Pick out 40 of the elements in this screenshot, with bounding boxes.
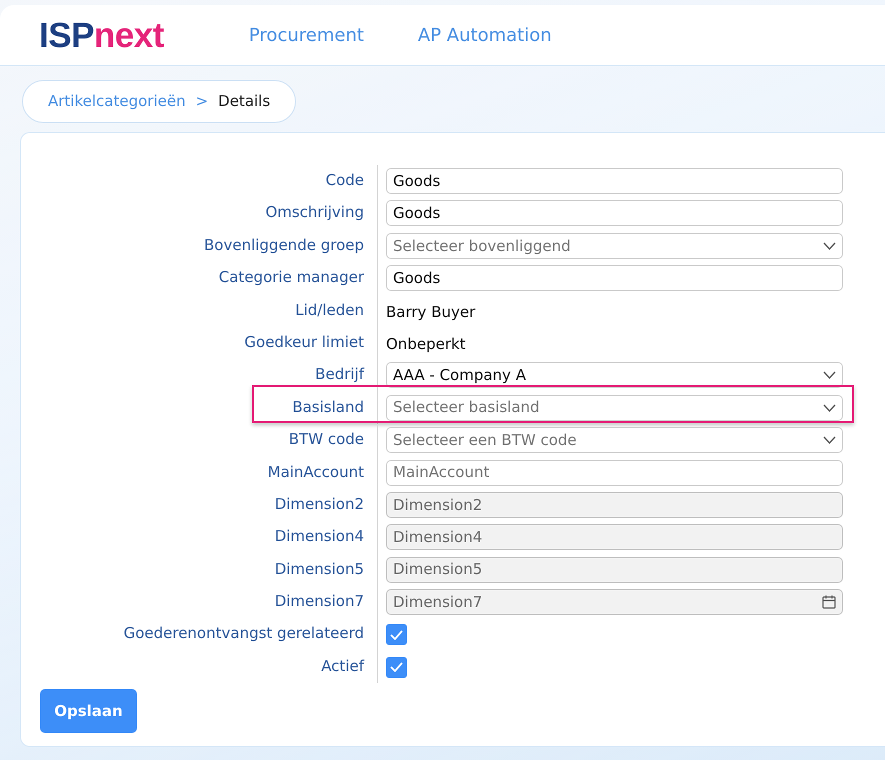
input-field[interactable]: Goods [386,265,843,292]
nav-link[interactable]: AP Automation [418,22,552,48]
chevron-down-icon [823,371,836,380]
field-label: MainAccount [266,462,365,483]
breadcrumb-separator: > [196,91,208,112]
field-label: Categorie manager [218,267,365,288]
chevron-down-icon [823,242,836,250]
checkbox[interactable] [386,656,407,678]
field-label: BTW code [288,429,365,450]
check-icon [390,662,403,672]
field-label: Basisland [291,396,365,418]
breadcrumb-link[interactable]: Artikelcategorieën [48,90,186,113]
select-field[interactable]: Selecteer basisland [386,394,843,421]
field-label: Bovenliggende groep [203,234,365,256]
input-field[interactable]: MainAccount [386,460,843,486]
checkbox[interactable] [386,624,407,646]
chevron-down-icon [823,436,836,444]
chevron-down-icon [823,404,836,412]
field-label: Dimension2 [274,494,365,515]
field-label: Bedrijf [314,364,366,386]
field-label: Goederenontvangst gerelateerd [122,623,365,644]
field-label: Dimension4 [274,526,365,548]
field-value: Onbeperkt [386,334,467,355]
select-field[interactable]: Selecteer bovenliggend [386,232,843,259]
check-icon [390,630,403,640]
breadcrumb-current: Details [218,91,270,112]
input-field[interactable]: Goods [386,168,843,194]
field-label: Code [324,170,365,191]
logo: ISPnext [39,18,164,52]
field-value: Barry Buyer [386,302,476,323]
field-label: Goedkeur limiet [243,332,365,353]
field-label: Dimension7 [274,591,365,612]
field-label: Actief [320,656,366,677]
field-label: Dimension5 [274,558,365,580]
input-field[interactable]: Goods [386,200,843,226]
field-label: Lid/leden [294,300,365,321]
nav-link[interactable]: Procurement [248,22,364,48]
select-field[interactable]: Selecteer een BTW code [386,427,843,454]
field-label: Omschrijving [264,202,365,224]
save-button[interactable]: Opslaan [40,689,137,734]
